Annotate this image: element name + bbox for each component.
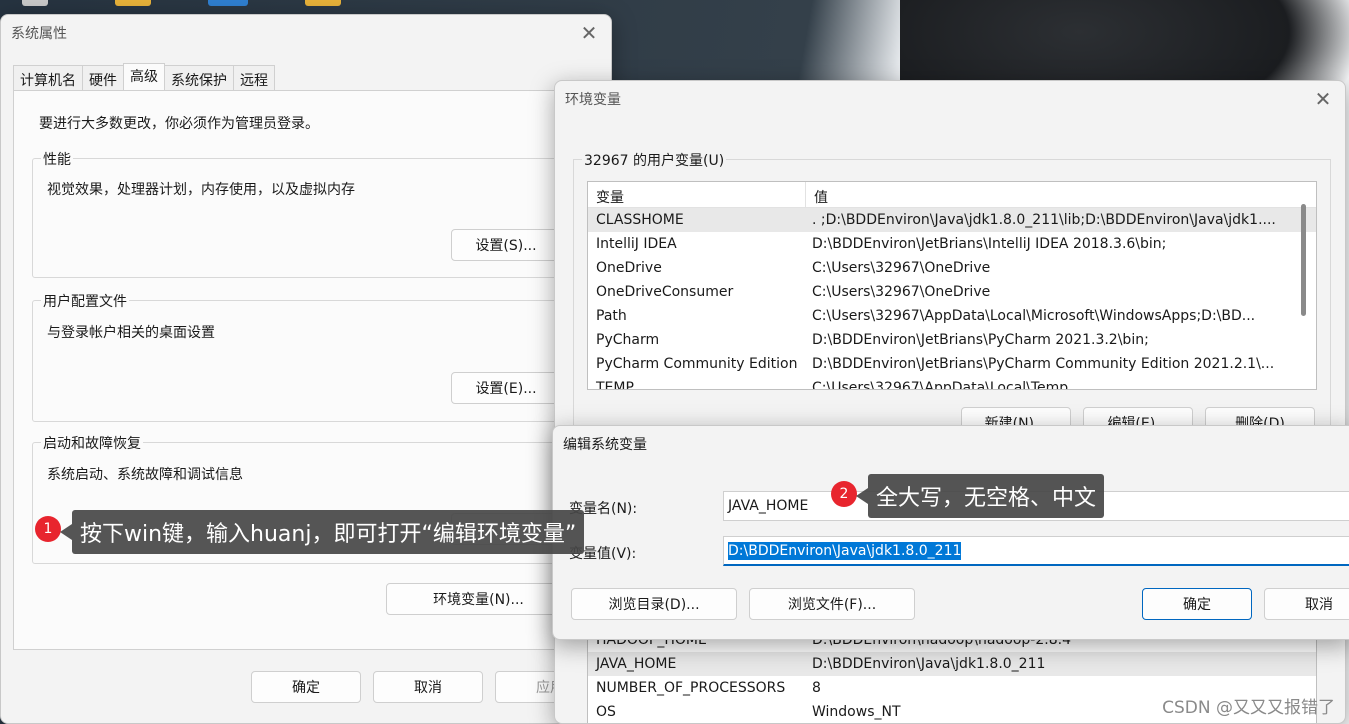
variable-name: PyCharm Community Edition (596, 356, 798, 372)
variable-name: OS (596, 704, 616, 720)
window-title: 环境变量 (565, 92, 621, 108)
table-row[interactable]: PyCharm Community Edition D:\BDDEnviron\J… (588, 352, 1316, 376)
variable-name: Path (596, 308, 627, 324)
vertical-scrollbar[interactable] (1301, 204, 1306, 316)
window-title: 编辑系统变量 (563, 437, 647, 453)
variable-value: C:\Users\32967\AppData\Local\Temp (812, 380, 1069, 390)
step-2-callout: 全大写，无空格、中文 (855, 474, 1105, 518)
variable-value-input[interactable]: D:\BDDEnviron\Java\jdk1.8.0_211 (723, 536, 1349, 566)
variable-value: D:\BDDEnviron\Java\jdk1.8.0_211 (812, 656, 1046, 672)
step-1-badge: 1 (35, 516, 61, 542)
group-description: 视觉效果，处理器计划，内存使用，以及虚拟内存 (47, 182, 355, 198)
table-row[interactable]: OneDrive C:\Users\32967\OneDrive (588, 256, 1316, 280)
column-header-value[interactable]: 值 (806, 182, 836, 207)
variable-value: D:\BDDEnviron\JetBrians\PyCharm Communit… (812, 356, 1275, 372)
cancel-button[interactable]: 取消 (1264, 588, 1349, 620)
variable-value: D:\BDDEnviron\JetBrians\IntelliJ IDEA 20… (812, 236, 1167, 252)
variable-value: C:\Users\32967\OneDrive (812, 260, 991, 276)
variable-name: NUMBER_OF_PROCESSORS (596, 680, 786, 696)
table-row[interactable]: JAVA_HOME D:\BDDEnviron\Java\jdk1.8.0_211 (588, 652, 1316, 676)
admin-note: 要进行大多数更改，你必须作为管理员登录。 (39, 116, 319, 132)
window-title: 系统属性 (11, 26, 67, 42)
group-title: 启动和故障恢复 (41, 433, 143, 453)
variable-value: C:\Users\32967\OneDrive (812, 284, 991, 300)
system-properties-titlebar[interactable]: 系统属性 ✕ (1, 15, 611, 51)
system-properties-window: 系统属性 ✕ 计算机名 硬件 高级 系统保护 远程 要进行大多数更改，你必须作为… (0, 14, 612, 724)
advanced-tab-panel: 要进行大多数更改，你必须作为管理员登录。 性能 视觉效果，处理器计划，内存使用，… (13, 90, 603, 650)
list-header: 变量 值 (588, 182, 1316, 208)
cancel-button[interactable]: 取消 (373, 671, 483, 703)
group-title: 用户配置文件 (41, 291, 129, 311)
performance-group: 性能 视觉效果，处理器计划，内存使用，以及虚拟内存 设置(S)... (32, 149, 592, 278)
variable-name: PyCharm (596, 332, 660, 348)
group-title: 32967 的用户变量(U) (582, 150, 727, 170)
user-profiles-group: 用户配置文件 与登录帐户相关的桌面设置 设置(E)... (32, 291, 592, 422)
group-title: 性能 (41, 149, 73, 169)
table-row[interactable]: CLASSHOME . ;D:\BDDEnviron\Java\jdk1.8.0_… (588, 208, 1316, 232)
variable-name-value: JAVA_HOME (728, 498, 809, 514)
variable-value: . ;D:\BDDEnviron\Java\jdk1.8.0_211\lib;D… (812, 212, 1276, 228)
ok-button[interactable]: 确定 (251, 671, 361, 703)
step-2-badge: 2 (831, 481, 857, 507)
shortcut-icon[interactable] (208, 0, 248, 6)
variable-value-text: D:\BDDEnviron\Java\jdk1.8.0_211 (728, 541, 962, 560)
variable-name: JAVA_HOME (596, 656, 677, 672)
table-row[interactable]: IntelliJ IDEA D:\BDDEnviron\JetBrians\Int… (588, 232, 1316, 256)
close-icon[interactable]: ✕ (575, 19, 603, 47)
folder-icon[interactable] (305, 0, 341, 6)
user-variables-list[interactable]: 变量 值 CLASSHOME . ;D:\BDDEnviron\Java\jdk1… (587, 181, 1317, 390)
variable-name: CLASSHOME (596, 212, 684, 228)
table-row[interactable]: Path C:\Users\32967\AppData\Local\Microso… (588, 304, 1316, 328)
environment-variables-titlebar[interactable]: 环境变量 ✕ (555, 81, 1345, 117)
variable-name: OneDrive (596, 260, 662, 276)
column-header-variable[interactable]: 变量 (588, 182, 806, 207)
table-row[interactable]: OneDriveConsumer C:\Users\32967\OneDrive (588, 280, 1316, 304)
variable-name: IntelliJ IDEA (596, 236, 677, 252)
user-profiles-settings-button[interactable]: 设置(E)... (451, 372, 561, 404)
variable-value: C:\Users\32967\AppData\Local\Microsoft\W… (812, 308, 1256, 324)
environment-variables-button[interactable]: 环境变量(N)... (386, 583, 571, 615)
group-description: 系统启动、系统故障和调试信息 (47, 467, 243, 483)
folder-icon[interactable] (115, 0, 151, 6)
performance-settings-button[interactable]: 设置(S)... (451, 229, 561, 261)
edit-dialog-titlebar[interactable]: 编辑系统变量 (553, 426, 1349, 462)
table-row[interactable]: PyCharm D:\BDDEnviron\JetBrians\PyCharm 2… (588, 328, 1316, 352)
group-description: 与登录帐户相关的桌面设置 (47, 325, 215, 341)
variable-name: TEMP (596, 380, 634, 390)
variable-value: D:\BDDEnviron\JetBrians\PyCharm 2021.3.2… (812, 332, 1149, 348)
browse-file-button[interactable]: 浏览文件(F)... (749, 588, 915, 620)
desktop-app-icon[interactable] (22, 0, 48, 6)
table-row[interactable]: TEMP C:\Users\32967\AppData\Local\Temp (588, 376, 1316, 390)
variable-name: OneDriveConsumer (596, 284, 734, 300)
ok-button[interactable]: 确定 (1142, 588, 1252, 620)
watermark: CSDN @又又又报错了 (1162, 698, 1335, 718)
edit-system-variable-dialog: 编辑系统变量 变量名(N): JAVA_HOME 变量值(V): D:\BDDE… (552, 425, 1349, 640)
step-1-callout: 按下win键，输入huanj，即可打开“编辑环境变量” (59, 510, 585, 554)
close-icon[interactable]: ✕ (1309, 85, 1337, 113)
browse-directory-button[interactable]: 浏览目录(D)... (571, 588, 737, 620)
